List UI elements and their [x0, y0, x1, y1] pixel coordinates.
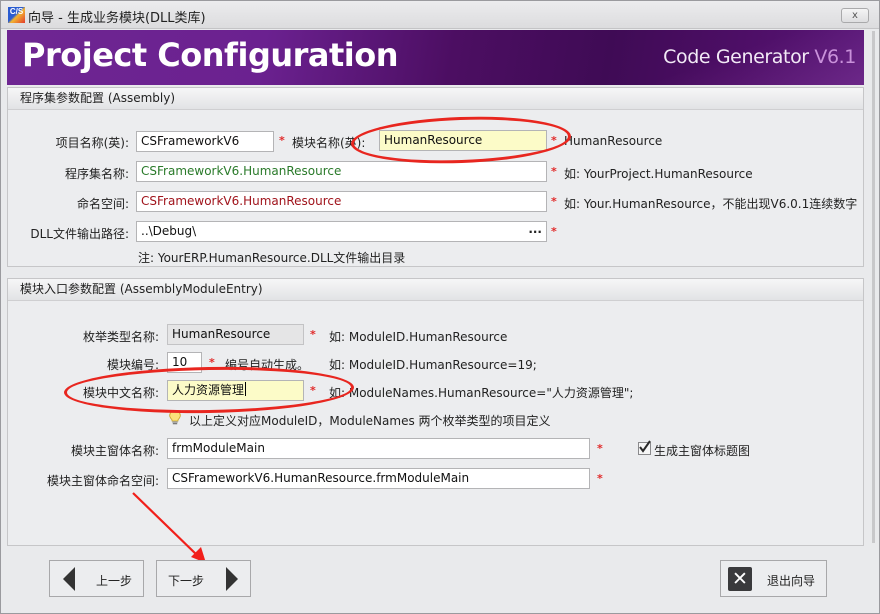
assembly-name-hint: 如: YourProject.HumanResource [564, 167, 753, 181]
header-banner: Project Configuration Code Generator V6.… [7, 30, 864, 85]
module-number-input[interactable]: 10 [167, 352, 202, 373]
generate-title-image-checkbox[interactable] [638, 440, 651, 455]
required-mark: * [279, 134, 285, 147]
banner-product: Code Generator V6.1 [663, 46, 856, 68]
browse-button[interactable]: ... [528, 222, 542, 239]
exit-wizard-button[interactable]: ✕ 退出向导 [720, 560, 827, 597]
previous-step-label: 上一步 [96, 574, 133, 588]
close-button[interactable]: x [841, 8, 869, 23]
module-name-label: 模块名称(英): [292, 136, 366, 150]
required-mark: * [551, 195, 557, 208]
module-name-input[interactable]: HumanResource [379, 130, 547, 151]
product-name: Code Generator [663, 46, 809, 68]
main-form-namespace-input[interactable]: CSFrameworkV6.HumanResource.frmModuleMai… [167, 468, 590, 489]
required-mark: * [209, 356, 215, 369]
close-x-icon: ✕ [728, 567, 752, 591]
product-version: V6.1 [814, 46, 856, 68]
next-step-label: 下一步 [168, 574, 205, 588]
main-form-name-input[interactable]: frmModuleMain [167, 438, 590, 459]
assembly-name-input[interactable]: CSFrameworkV6.HumanResource [136, 161, 547, 182]
required-mark: * [597, 472, 603, 485]
dll-output-path-value: ..\Debug\ [141, 224, 197, 238]
banner-title: Project Configuration [22, 36, 399, 74]
dll-output-path-label: DLL文件输出路径: [30, 227, 129, 241]
exit-wizard-label: 退出向导 [767, 574, 816, 588]
required-mark: * [597, 442, 603, 455]
dll-output-path-input[interactable]: ..\Debug\ ... [136, 221, 547, 242]
namespace-label: 命名空间: [76, 197, 129, 211]
main-form-namespace-label: 模块主窗体命名空间: [46, 474, 159, 488]
required-mark: * [310, 328, 316, 341]
main-form-name-label: 模块主窗体名称: [70, 444, 159, 458]
lightbulb-icon [169, 410, 181, 425]
generate-title-image-label[interactable]: 生成主窗体标题图 [654, 442, 750, 459]
enum-type-name-label: 枚举类型名称: [82, 330, 159, 344]
required-mark: * [551, 225, 557, 238]
checkmark-icon [639, 440, 651, 453]
module-cn-name-hint: 如: ModuleNames.HumanResource="人力资源管理"; [329, 386, 634, 400]
window-title: 向导 - 生成业务模块(DLL类库) [28, 11, 206, 26]
enum-type-name-input: HumanResource [167, 324, 304, 345]
namespace-input[interactable]: CSFrameworkV6.HumanResource [136, 191, 547, 212]
module-number-hint: 如: ModuleID.HumanResource=19; [329, 358, 537, 372]
module-cn-name-value: 人力资源管理 [172, 383, 245, 397]
required-mark: * [551, 165, 557, 178]
wizard-window: C/S 向导 - 生成业务模块(DLL类库) x Project Configu… [0, 0, 880, 614]
window-right-border [872, 31, 875, 543]
namespace-hint: 如: Your.HumanResource，不能出现V6.0.1连续数字 [564, 197, 858, 211]
module-cn-name-input[interactable]: 人力资源管理 [167, 380, 304, 401]
module-name-hint: HumanResource [564, 134, 663, 148]
app-logo-icon: C/S [8, 7, 25, 23]
project-name-label: 项目名称(英): [55, 136, 129, 150]
module-cn-name-label: 模块中文名称: [82, 386, 159, 400]
arrow-left-icon [63, 567, 75, 591]
text-cursor [245, 382, 247, 396]
next-step-button[interactable]: 下一步 [156, 560, 251, 597]
title-bar: C/S 向导 - 生成业务模块(DLL类库) x [1, 1, 879, 29]
required-mark: * [310, 384, 316, 397]
assembly-section-header: 程序集参数配置 (Assembly) [8, 88, 863, 110]
module-number-auto-note: 编号自动生成。 [225, 358, 310, 372]
dll-output-note: 注: YourERP.HumanResource.DLL文件输出目录 [138, 251, 406, 265]
required-mark: * [551, 134, 557, 147]
enum-type-name-hint: 如: ModuleID.HumanResource [329, 330, 508, 344]
assembly-name-label: 程序集名称: [64, 167, 129, 181]
module-entry-section-header: 模块入口参数配置 (AssemblyModuleEntry) [8, 279, 863, 301]
definition-tip: 以上定义对应ModuleID，ModuleNames 两个枚举类型的项目定义 [189, 414, 551, 428]
previous-step-button[interactable]: 上一步 [49, 560, 144, 597]
module-number-label: 模块编号: [106, 358, 159, 372]
project-name-input[interactable]: CSFrameworkV6 [136, 131, 274, 152]
arrow-right-icon [226, 567, 238, 591]
